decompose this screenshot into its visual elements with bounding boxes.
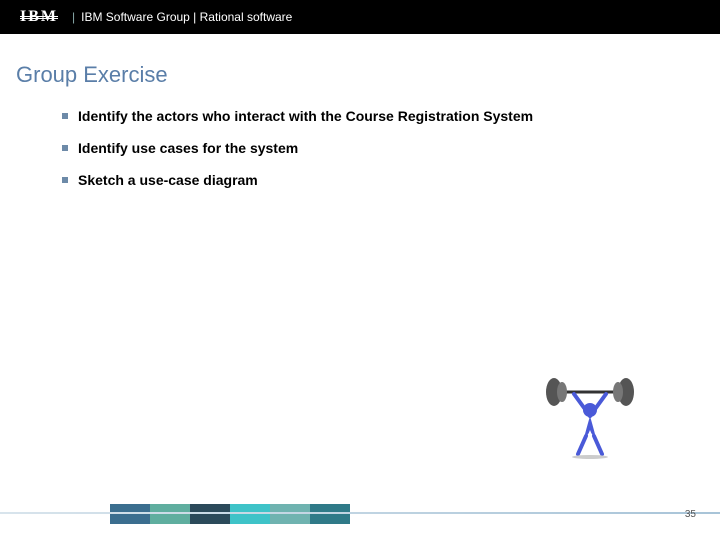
square-bullet-icon (62, 113, 68, 119)
bullet-text: Identify use cases for the system (78, 140, 298, 156)
header-subtitle: IBM Software Group | Rational software (81, 10, 292, 24)
strip-block (190, 504, 230, 524)
strip-block (110, 504, 150, 524)
bullet-list: Identify the actors who interact with th… (62, 108, 720, 188)
footer-bar: 35 (0, 498, 720, 524)
footer-line (0, 512, 720, 514)
bullet-text: Sketch a use-case diagram (78, 172, 258, 188)
strip-block (230, 504, 270, 524)
footer-decoration (110, 504, 350, 524)
page-title: Group Exercise (16, 62, 720, 88)
strip-block (150, 504, 190, 524)
list-item: Identify use cases for the system (62, 140, 720, 156)
ibm-logo: IBM (20, 8, 58, 26)
bullet-text: Identify the actors who interact with th… (78, 108, 533, 124)
header-divider: | (72, 10, 75, 24)
strip-block (270, 504, 310, 524)
page-number: 35 (685, 509, 696, 520)
list-item: Identify the actors who interact with th… (62, 108, 720, 124)
strip-block (310, 504, 350, 524)
square-bullet-icon (62, 145, 68, 151)
list-item: Sketch a use-case diagram (62, 172, 720, 188)
header-bar: IBM | IBM Software Group | Rational soft… (0, 0, 720, 34)
square-bullet-icon (62, 177, 68, 183)
weightlifter-icon (540, 370, 640, 460)
